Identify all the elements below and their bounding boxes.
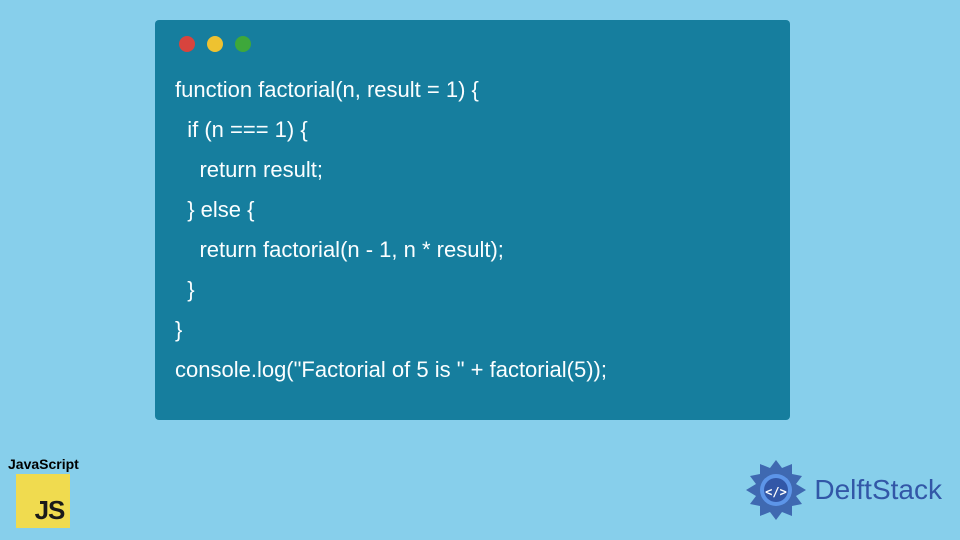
javascript-icon: JS bbox=[16, 474, 70, 528]
delftstack-text: DelftStack bbox=[814, 474, 942, 506]
maximize-dot bbox=[235, 36, 251, 52]
javascript-label: JavaScript bbox=[8, 456, 79, 472]
svg-text:</>: </> bbox=[766, 485, 788, 499]
delftstack-icon: </> bbox=[744, 458, 808, 522]
code-block: function factorial(n, result = 1) { if (… bbox=[175, 70, 770, 390]
close-dot bbox=[179, 36, 195, 52]
window-controls bbox=[179, 36, 770, 52]
delftstack-badge: </> DelftStack bbox=[744, 458, 942, 522]
javascript-icon-text: JS bbox=[35, 495, 65, 526]
minimize-dot bbox=[207, 36, 223, 52]
code-window: function factorial(n, result = 1) { if (… bbox=[155, 20, 790, 420]
javascript-badge: JavaScript JS bbox=[8, 456, 79, 528]
